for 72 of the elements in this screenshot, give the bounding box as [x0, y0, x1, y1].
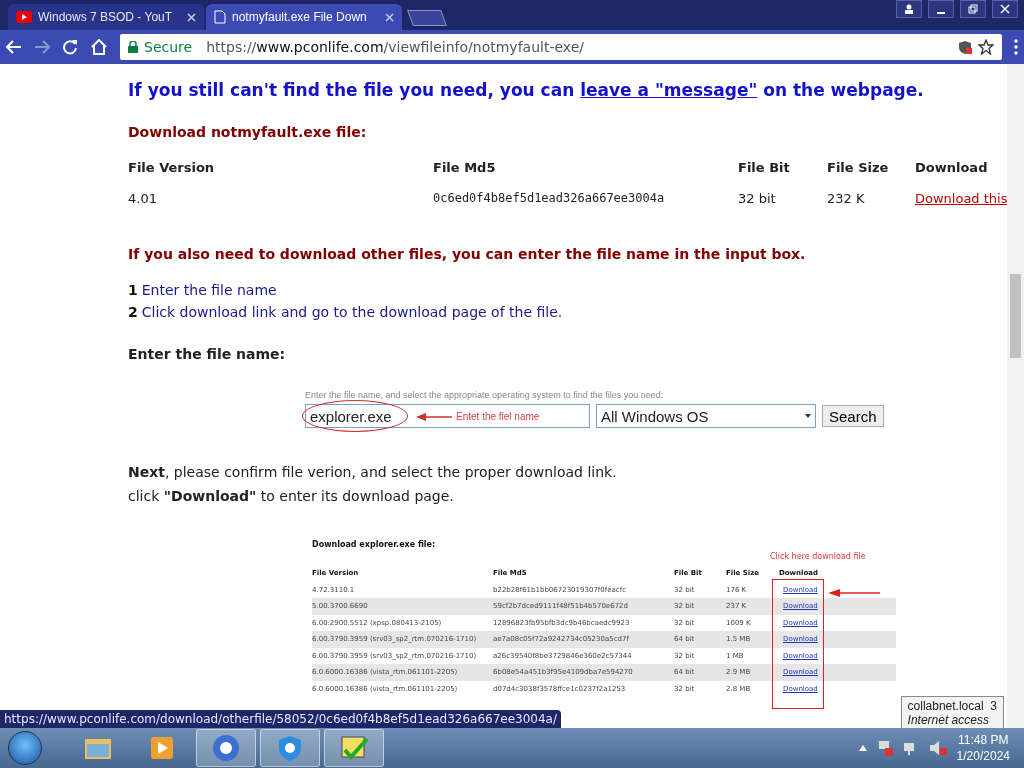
shield-icon [277, 734, 303, 762]
arrow-icon [416, 412, 452, 422]
home-icon[interactable] [90, 39, 108, 55]
network-tooltip: collabnet.local 3 Internet access [900, 696, 1004, 728]
dropdown-icon [805, 414, 811, 418]
notice-text: If you still can't find the file you need, you can leave a "message" on the webpage. [128, 80, 925, 100]
form-hint: Enter the file name, and select the appropriate operating system to find the files you need: [305, 390, 665, 400]
status-url: https://www.pconlife.com/download/otherfile/58052/0c6ed0f4b8ef5d1ead326a667ee3004a/ [0, 710, 561, 728]
restore-icon [968, 4, 978, 14]
close-button[interactable] [992, 0, 1018, 18]
table-cell-text: 4.01 [128, 191, 158, 206]
clock[interactable]: 11:48 PM 1/20/2024 [956, 732, 1010, 764]
field-label: Enter the file name: [128, 346, 287, 362]
step-text: Enter the file name [141, 282, 277, 298]
taskbar-app[interactable] [324, 729, 384, 767]
check-icon [339, 734, 369, 762]
star-icon[interactable] [978, 39, 994, 55]
close-icon[interactable] [385, 12, 394, 22]
back-icon[interactable] [6, 40, 22, 54]
page-icon [214, 10, 226, 24]
restore-button[interactable] [960, 0, 986, 18]
url-text: https://www.pconlife.com/viewfileinfo/notmyfault-exe/ [206, 39, 584, 55]
column-header: File Md5 [433, 160, 497, 175]
arrow-icon [828, 589, 880, 597]
address-bar[interactable]: Secure https://www.pconlife.com/viewfileinfo/notmyfault-exe/ [120, 34, 1002, 60]
annotation-text: Entet the fiel name [456, 410, 540, 422]
browser-tab[interactable]: Windows 7 BSOD - YouT [8, 4, 204, 30]
annotation-text: Click here download file [770, 552, 866, 561]
menu-icon[interactable] [1014, 39, 1018, 55]
column-header: File Version [128, 160, 216, 175]
browser-icon [212, 734, 240, 762]
table-title: Download explorer.exe file: [312, 540, 437, 549]
taskbar-app[interactable] [196, 729, 256, 767]
secure-label: Secure [144, 39, 193, 55]
column-header: File Bit [738, 160, 791, 175]
start-button[interactable] [8, 731, 42, 765]
reload-icon[interactable] [62, 39, 78, 55]
table-cell-text: 0c6ed0f4b8ef5d1ead326a667ee3004a [433, 191, 666, 206]
column-header: File Size [827, 160, 890, 175]
message-link[interactable]: leave a "message" [580, 80, 758, 100]
blocked-icon[interactable] [958, 40, 972, 54]
minimize-icon [936, 12, 946, 14]
person-icon [904, 4, 914, 14]
minimize-button[interactable] [928, 0, 954, 18]
browser-tab[interactable]: notmyfault.exe File Down [206, 4, 402, 30]
column-header: Download [915, 160, 989, 175]
instruction-text: Next, please confirm file verion, and select the proper download link. [128, 464, 618, 480]
section-title: If you also need to download other files, you can enter the file name in the input box. [128, 246, 807, 262]
section-title: Download notmyfault.exe file: [128, 124, 368, 140]
os-select[interactable]: All Windows OS [596, 404, 816, 428]
step-text: Click download link and go to the download page of the file. [141, 304, 563, 320]
close-icon [1000, 4, 1010, 14]
scrollbar[interactable] [1007, 64, 1024, 728]
table-cell-text: 32 bit [738, 191, 777, 206]
instruction-text: click "Download" to enter its download page. [128, 488, 455, 504]
search-button[interactable]: Search [822, 405, 884, 427]
flag-icon[interactable] [876, 740, 893, 756]
new-tab-button[interactable] [407, 10, 447, 26]
lock-icon [128, 41, 138, 53]
video-icon [16, 11, 32, 23]
download-link[interactable]: Download this [915, 191, 1007, 206]
forward-icon[interactable] [34, 40, 50, 54]
media-player-icon [149, 735, 175, 761]
volume-icon[interactable] [928, 740, 947, 756]
step-number: 1 [128, 282, 138, 298]
step-number: 2 [128, 304, 138, 320]
taskbar-app[interactable] [260, 729, 320, 767]
table-cell-text: 232 K [827, 191, 866, 206]
caret-icon[interactable] [858, 745, 867, 751]
scroll-thumb[interactable] [1010, 274, 1021, 358]
profile-button[interactable] [896, 0, 922, 18]
close-icon[interactable] [187, 12, 196, 22]
